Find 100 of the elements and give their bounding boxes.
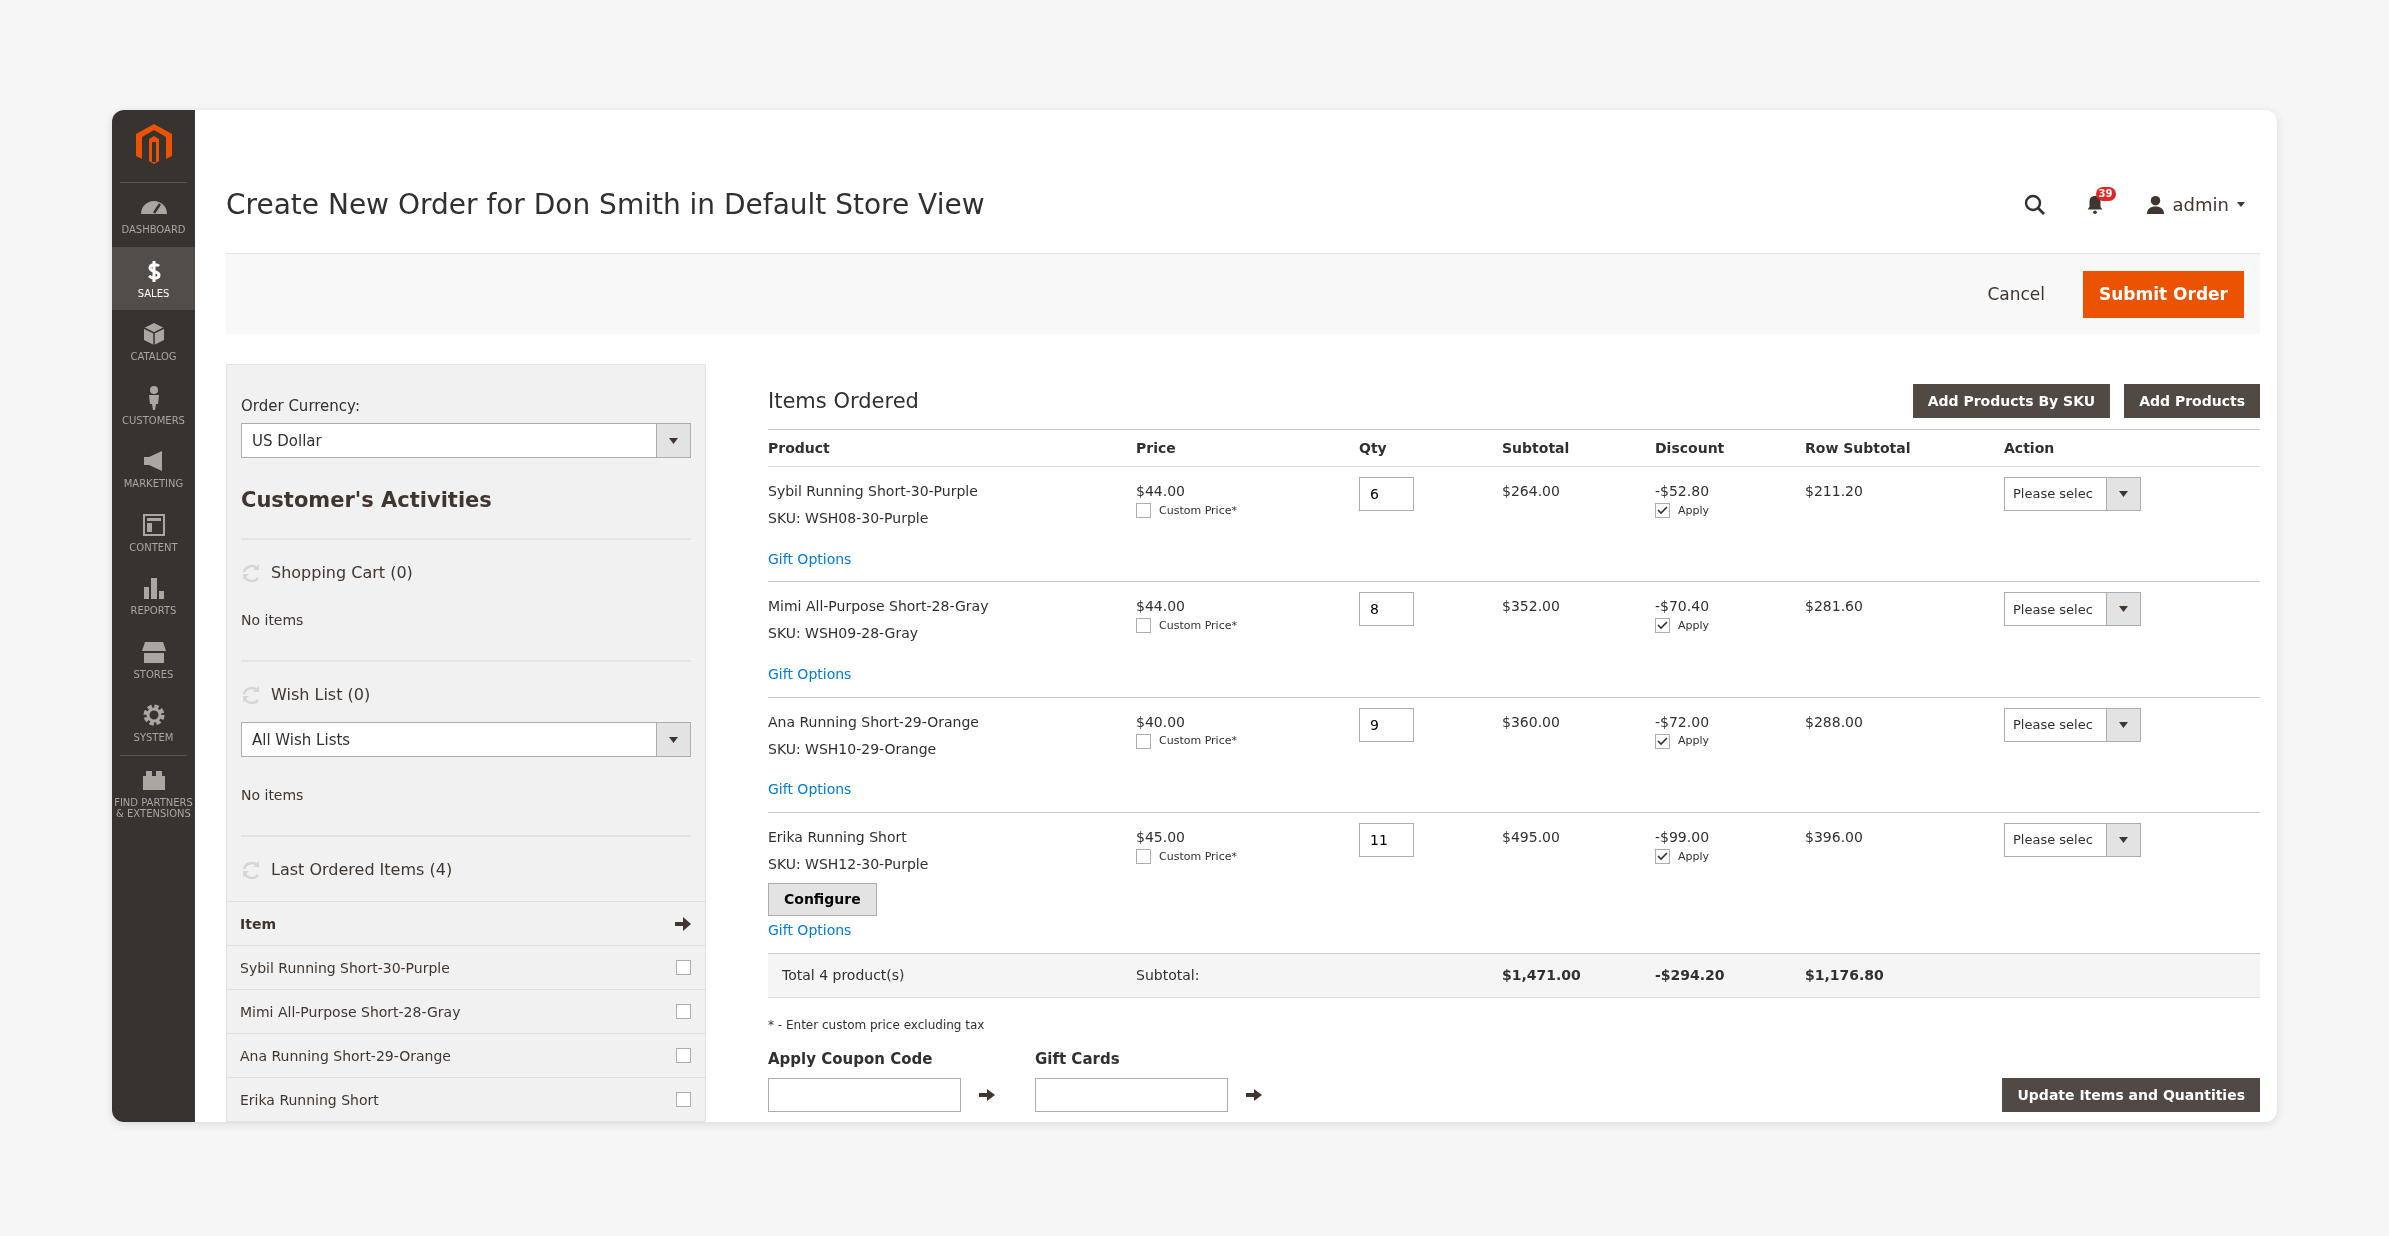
column-header: Discount [1655, 430, 1805, 467]
product-name: Erika Running Short [768, 829, 908, 846]
qty-input[interactable]: 8 [1359, 592, 1414, 627]
action-dropdown[interactable]: Please selec [2004, 823, 2141, 858]
nav-item[interactable]: SALES [112, 246, 195, 310]
qty-input[interactable]: 9 [1359, 707, 1414, 742]
total-value: $1,176.80 [1805, 967, 1885, 984]
user-icon [2145, 195, 2165, 214]
add-products-button[interactable]: Add Products [2124, 383, 2260, 418]
checkbox[interactable] [676, 1004, 691, 1019]
checkbox[interactable] [1136, 733, 1151, 749]
subtotal: $264.00 [1502, 483, 1561, 501]
subtotal: $352.00 [1502, 598, 1561, 617]
checkbox[interactable] [1655, 848, 1670, 864]
caret-icon [2119, 606, 2128, 613]
discount: -$99.00 [1655, 829, 1711, 846]
nav-item[interactable]: CATALOG [112, 310, 195, 374]
nav-item[interactable]: SYSTEM [112, 691, 195, 755]
checkbox[interactable] [676, 1048, 691, 1063]
price: $44.00 [1136, 598, 1186, 616]
nav-item[interactable]: STORES [112, 627, 195, 691]
row-subtotal: $288.00 [1805, 713, 1864, 732]
checkbox-label: Custom Price* [1159, 503, 1237, 517]
gift-options-link[interactable]: Gift Options [768, 781, 852, 799]
configure-button[interactable]: Configure [768, 882, 877, 916]
sku-text: SKU: WSH10-29-Orange [768, 740, 938, 758]
nav-item[interactable]: DASHBOARD [112, 183, 195, 247]
product-name: Mimi All-Purpose Short-28-Gray [768, 598, 990, 616]
section-title: Items Ordered [768, 388, 919, 413]
cancel-button[interactable]: Cancel [1975, 278, 2057, 310]
dropdown[interactable]: US Dollar [241, 423, 691, 458]
item-name: Erika Running Short [240, 1091, 379, 1108]
item-name: Sybil Running Short-30-Purple [240, 959, 450, 976]
user-menu[interactable]: admin [2145, 194, 2245, 215]
section-title[interactable]: Wish List (0) [271, 684, 371, 704]
text-input[interactable] [768, 1077, 961, 1112]
refresh-icon [241, 684, 261, 704]
qty-input[interactable]: 6 [1359, 477, 1414, 511]
checkbox[interactable] [1655, 502, 1670, 518]
discount: -$70.40 [1655, 598, 1711, 616]
checkbox[interactable] [676, 960, 691, 975]
checkbox-label: Custom Price* [1159, 734, 1237, 748]
check-icon [1657, 851, 1668, 861]
column-header: Price [1136, 430, 1359, 467]
empty-text: No items [241, 787, 305, 803]
row-subtotal: $396.00 [1805, 829, 1864, 848]
subtotal: $360.00 [1502, 713, 1561, 732]
check-icon [1657, 505, 1668, 515]
action-dropdown[interactable]: Please selec [2004, 477, 2141, 511]
checkbox[interactable] [1136, 618, 1151, 634]
sku-text: SKU: WSH08-30-Purple [768, 509, 930, 527]
checkbox[interactable] [1136, 502, 1151, 518]
field-label: Apply Coupon Code [768, 1049, 934, 1068]
caret-icon [2119, 837, 2128, 844]
search-icon [2023, 193, 2046, 216]
checkbox-label: Apply [1678, 849, 1710, 864]
gift-options-link[interactable]: Gift Options [768, 550, 852, 568]
text-input[interactable] [1035, 1077, 1228, 1112]
item-name: Mimi All-Purpose Short-28-Gray [240, 1003, 461, 1020]
checkbox[interactable] [676, 1092, 691, 1107]
checkbox[interactable] [1136, 848, 1151, 864]
gift-options-link[interactable]: Gift Options [768, 921, 852, 939]
nav-item[interactable]: MARKETING [112, 437, 195, 501]
totals-label: Total 4 product(s) [781, 967, 906, 984]
nav-item[interactable]: FIND PARTNERS & EXTENSIONS [112, 755, 195, 831]
qty-input[interactable]: 11 [1359, 823, 1414, 858]
empty-text: No items [241, 612, 305, 628]
submit-order-button[interactable]: Submit Order [2082, 270, 2244, 318]
page-title: Create New Order for Don Smith in Default Store View [226, 188, 985, 221]
update-button[interactable]: Update Items and Quantities [2002, 1077, 2260, 1112]
section-title[interactable]: Last Ordered Items (4) [271, 859, 453, 879]
nav-item[interactable]: CONTENT [112, 500, 195, 564]
dropdown[interactable]: All Wish Lists [241, 722, 691, 757]
add-products-button[interactable]: Add Products By SKU [1912, 383, 2111, 418]
caret-icon [2119, 721, 2128, 728]
column-header: Item [240, 915, 276, 932]
column-header: Action [2004, 430, 2260, 467]
row-subtotal: $211.20 [1805, 483, 1864, 501]
checkbox[interactable] [1655, 618, 1670, 634]
total-value: -$294.20 [1655, 967, 1726, 984]
caret-icon [669, 437, 678, 444]
arrow-right-icon [979, 1088, 995, 1101]
gauge-icon [140, 201, 167, 214]
checkbox[interactable] [1655, 733, 1670, 749]
check-icon [1657, 736, 1668, 746]
action-dropdown[interactable]: Please selec [2004, 707, 2141, 742]
action-dropdown[interactable]: Please selec [2004, 592, 2141, 627]
logo-icon [135, 124, 172, 166]
nav-item[interactable]: CUSTOMERS [112, 373, 195, 437]
arrow-right-icon [1246, 1088, 1262, 1101]
nav-item[interactable]: REPORTS [112, 564, 195, 628]
layout-icon [140, 511, 167, 538]
gift-options-link[interactable]: Gift Options [768, 666, 852, 683]
check-icon [1657, 621, 1668, 631]
discount: -$52.80 [1655, 483, 1711, 500]
price: $40.00 [1136, 713, 1186, 731]
section-title[interactable]: Shopping Cart (0) [271, 562, 413, 582]
row-subtotal: $281.60 [1805, 598, 1864, 617]
refresh-icon [241, 859, 261, 879]
product-name: Ana Running Short-29-Orange [768, 713, 980, 731]
